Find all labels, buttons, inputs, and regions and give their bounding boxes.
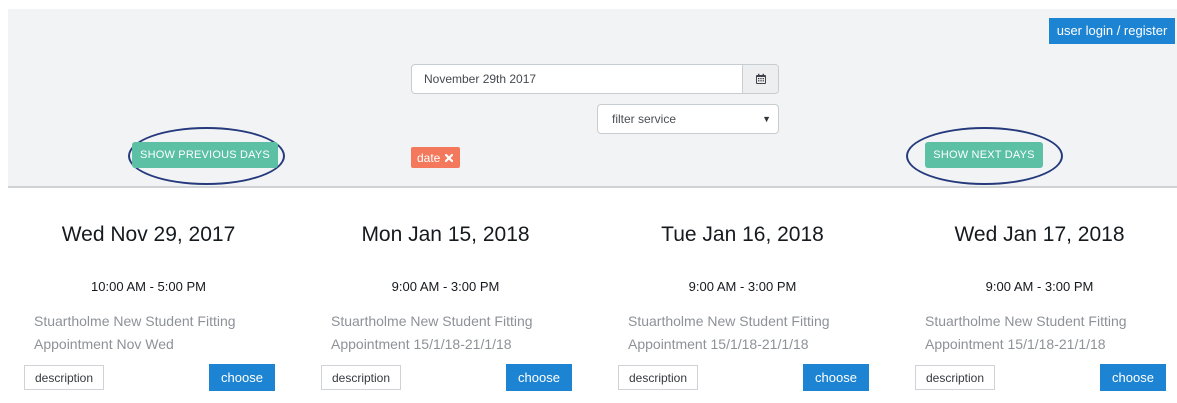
choose-button[interactable]: choose	[506, 364, 572, 391]
calendar-icon	[755, 73, 766, 84]
description-button[interactable]: description	[24, 365, 104, 390]
close-icon[interactable]	[444, 153, 454, 163]
active-filter-tag-label: date	[417, 150, 441, 165]
service-line-2: Appointment 15/1/18-21/1/18	[925, 336, 1106, 352]
user-login-register-button[interactable]: user login / register	[1049, 18, 1175, 44]
day-card: Wed Nov 29, 2017 10:00 AM - 5:00 PM Stua…	[0, 188, 297, 403]
day-time-range: 10:00 AM - 5:00 PM	[91, 279, 206, 294]
day-time-range: 9:00 AM - 3:00 PM	[985, 279, 1094, 294]
description-button[interactable]: description	[915, 365, 995, 390]
service-line-2: Appointment 15/1/18-21/1/18	[628, 336, 809, 352]
service-description: Stuartholme New Student Fitting Appointm…	[628, 310, 868, 356]
service-line-1: Stuartholme New Student Fitting	[628, 313, 830, 329]
service-line-1: Stuartholme New Student Fitting	[331, 313, 533, 329]
show-next-days-button[interactable]: SHOW NEXT DAYS	[925, 142, 1043, 168]
day-card: Wed Jan 17, 2018 9:00 AM - 3:00 PM Stuar…	[891, 188, 1177, 403]
service-line-2: Appointment Nov Wed	[34, 336, 174, 352]
choose-button[interactable]: choose	[1100, 364, 1166, 391]
date-input[interactable]	[412, 65, 742, 93]
day-card: Tue Jan 16, 2018 9:00 AM - 3:00 PM Stuar…	[594, 188, 891, 403]
day-date: Wed Nov 29, 2017	[61, 223, 236, 246]
service-description: Stuartholme New Student Fitting Appointm…	[331, 310, 571, 356]
description-button[interactable]: description	[618, 365, 698, 390]
service-line-1: Stuartholme New Student Fitting	[34, 313, 236, 329]
date-picker[interactable]	[411, 64, 779, 94]
service-line-2: Appointment 15/1/18-21/1/18	[331, 336, 512, 352]
day-card: Mon Jan 15, 2018 9:00 AM - 3:00 PM Stuar…	[297, 188, 594, 403]
calendar-button[interactable]	[742, 65, 778, 93]
day-time-range: 9:00 AM - 3:00 PM	[688, 279, 797, 294]
active-filter-tag[interactable]: date	[411, 147, 461, 168]
choose-button[interactable]: choose	[209, 364, 275, 391]
choose-button[interactable]: choose	[803, 364, 869, 391]
service-line-1: Stuartholme New Student Fitting	[925, 313, 1127, 329]
service-description: Stuartholme New Student Fitting Appointm…	[34, 310, 274, 356]
description-button[interactable]: description	[321, 365, 401, 390]
day-date: Tue Jan 16, 2018	[661, 223, 824, 246]
day-date: Mon Jan 15, 2018	[361, 223, 530, 246]
day-date: Wed Jan 17, 2018	[954, 223, 1125, 246]
show-previous-days-button[interactable]: SHOW PREVIOUS DAYS	[132, 142, 278, 168]
day-time-range: 9:00 AM - 3:00 PM	[391, 279, 500, 294]
close-icon-svg	[445, 153, 454, 162]
service-description: Stuartholme New Student Fitting Appointm…	[925, 310, 1165, 356]
service-filter[interactable]: filter service ▼	[597, 104, 779, 134]
service-filter-select[interactable]: filter service	[598, 105, 778, 133]
